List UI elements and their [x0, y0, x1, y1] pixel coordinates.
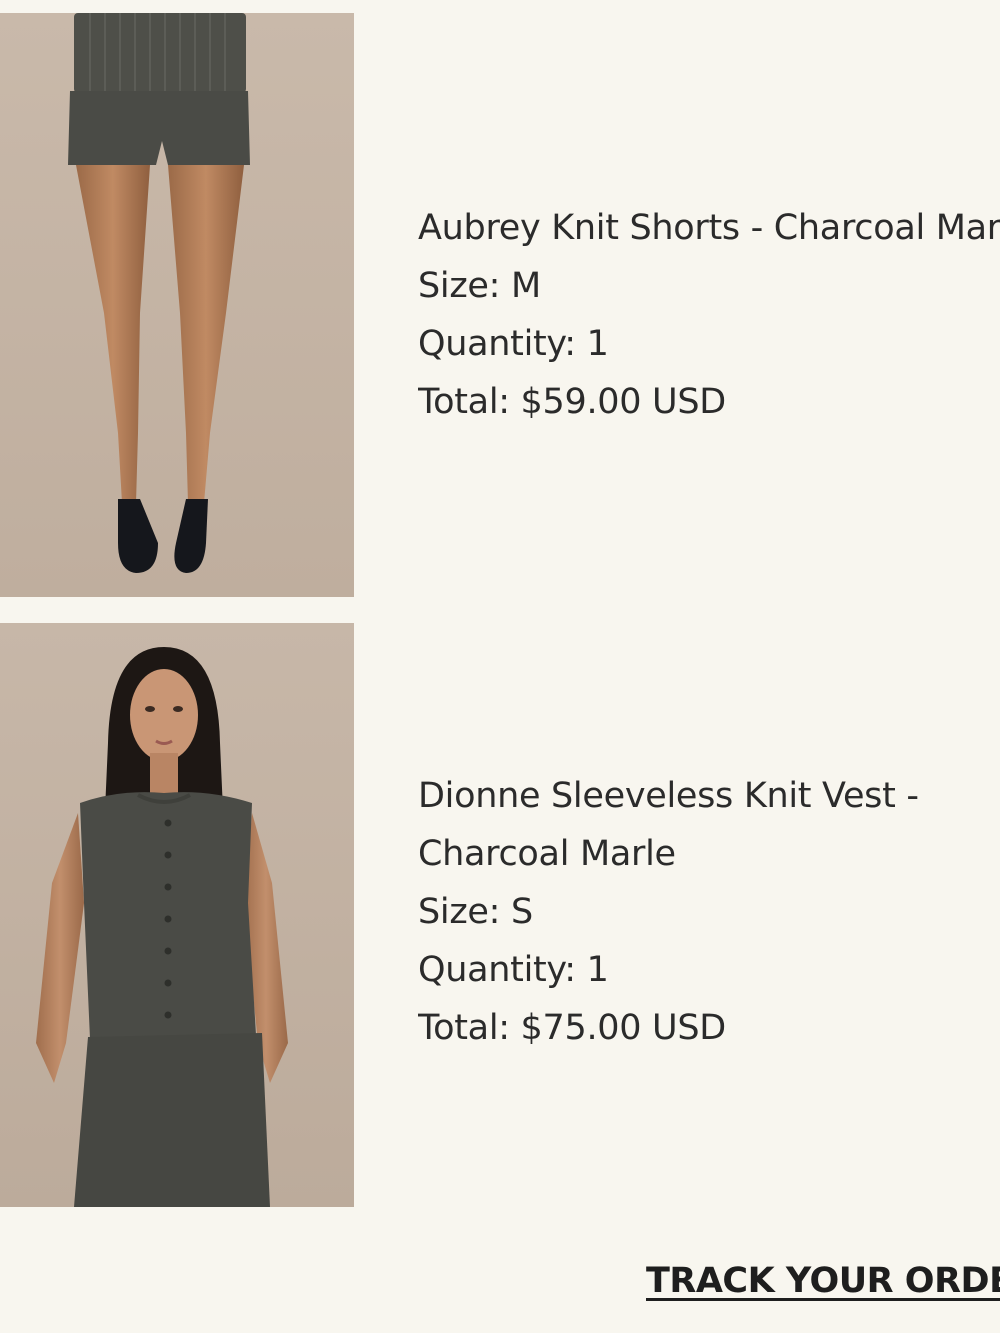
order-item: Dionne Sleeveless Knit Vest - Charcoal M…	[0, 623, 1000, 1207]
product-total: Total: $75.00 USD	[418, 1008, 726, 1048]
product-size: Size: S	[418, 892, 533, 932]
product-image-vest[interactable]	[0, 623, 354, 1207]
product-quantity: Quantity: 1	[418, 324, 609, 364]
product-image-shorts[interactable]	[0, 13, 354, 597]
product-name[interactable]: Aubrey Knit Shorts - Charcoal Marle	[418, 199, 1000, 257]
product-name-continued[interactable]: Charcoal Marle	[418, 825, 1000, 883]
product-total: Total: $59.00 USD	[418, 382, 726, 422]
track-order-link[interactable]: TRACK YOUR ORDER	[646, 1258, 1000, 1304]
item-details: Dionne Sleeveless Knit Vest - Charcoal M…	[418, 767, 1000, 1057]
product-name[interactable]: Dionne Sleeveless Knit Vest -	[418, 767, 1000, 825]
order-item: Aubrey Knit Shorts - Charcoal Marle Size…	[0, 13, 1000, 597]
product-size: Size: M	[418, 266, 541, 306]
item-details: Aubrey Knit Shorts - Charcoal Marle Size…	[418, 199, 1000, 431]
product-quantity: Quantity: 1	[418, 950, 609, 990]
